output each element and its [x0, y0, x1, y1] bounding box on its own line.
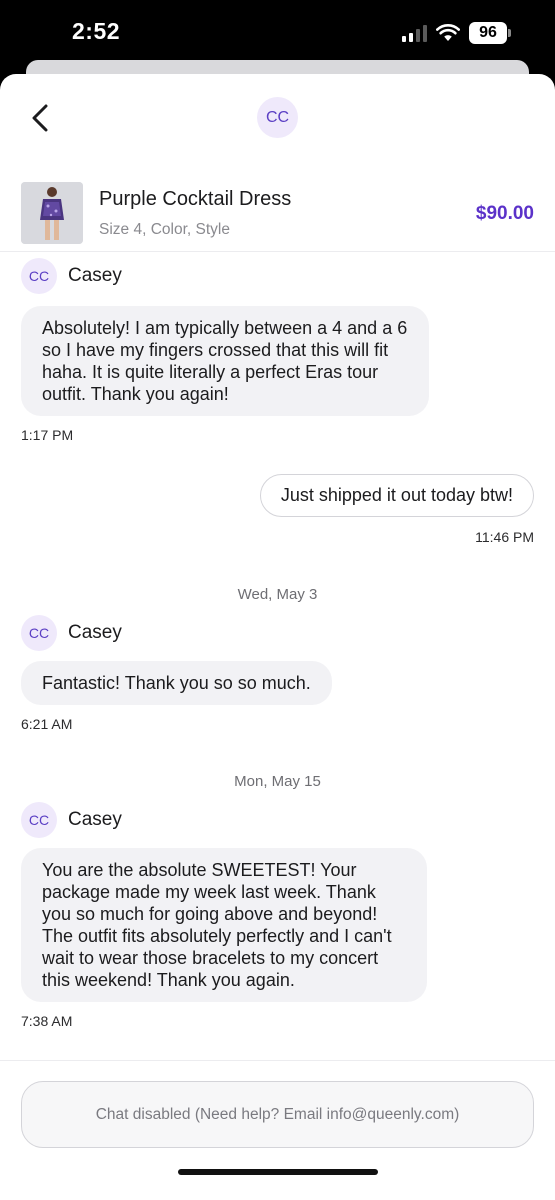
incoming-message: You are the absolute SWEETEST! Your pack… [21, 848, 427, 1002]
sender-avatar: CC [21, 615, 57, 651]
sender-name: Casey [68, 622, 122, 643]
status-bar: 2:52 96 [0, 0, 555, 66]
date-divider: Wed, May 3 [237, 586, 318, 603]
battery-level: 96 [469, 22, 507, 44]
composer-area: Chat disabled (Need help? Email info@que… [0, 1060, 555, 1200]
sender-name: Casey [68, 265, 122, 286]
message-sender: CC Casey [21, 615, 122, 651]
conversation-sheet: CC Purple Cocktail Dress Size 4, Color, … [0, 74, 555, 1200]
product-price: $90.00 [475, 203, 534, 224]
back-button[interactable] [26, 102, 54, 134]
home-indicator [178, 1169, 378, 1175]
status-icons: 96 [402, 21, 511, 45]
product-options: Size 4, Color, Style [99, 221, 230, 238]
incoming-message: Absolutely! I am typically between a 4 a… [21, 306, 429, 416]
message-sender: CC Casey [21, 802, 122, 838]
product-summary[interactable]: Purple Cocktail Dress Size 4, Color, Sty… [0, 162, 555, 252]
sender-avatar: CC [21, 802, 57, 838]
battery-icon: 96 [469, 22, 511, 44]
header-avatar[interactable]: CC [257, 97, 298, 138]
chat-disabled-notice[interactable]: Chat disabled (Need help? Email info@que… [21, 1081, 534, 1148]
cellular-signal-icon [402, 24, 427, 42]
sender-avatar: CC [21, 258, 57, 294]
date-divider: Mon, May 15 [234, 773, 321, 790]
message-time: 6:21 AM [21, 716, 73, 732]
product-image [21, 182, 83, 244]
product-title: Purple Cocktail Dress [99, 188, 292, 210]
incoming-message: Fantastic! Thank you so so much. [21, 661, 332, 705]
status-time: 2:52 [72, 18, 121, 44]
top-nav: CC [0, 74, 555, 162]
message-time: 1:17 PM [21, 427, 74, 443]
wifi-icon [436, 24, 460, 41]
message-sender: CC Casey [21, 258, 122, 294]
sender-name: Casey [68, 809, 122, 830]
message-time: 7:38 AM [21, 1013, 73, 1029]
chevron-left-icon [32, 104, 48, 132]
phone-screen: 2:52 96 CC Purple Cocktail Dress Size 4,… [0, 0, 555, 1200]
message-time: 11:46 PM [475, 529, 534, 545]
outgoing-message: Just shipped it out today btw! [259, 474, 534, 517]
